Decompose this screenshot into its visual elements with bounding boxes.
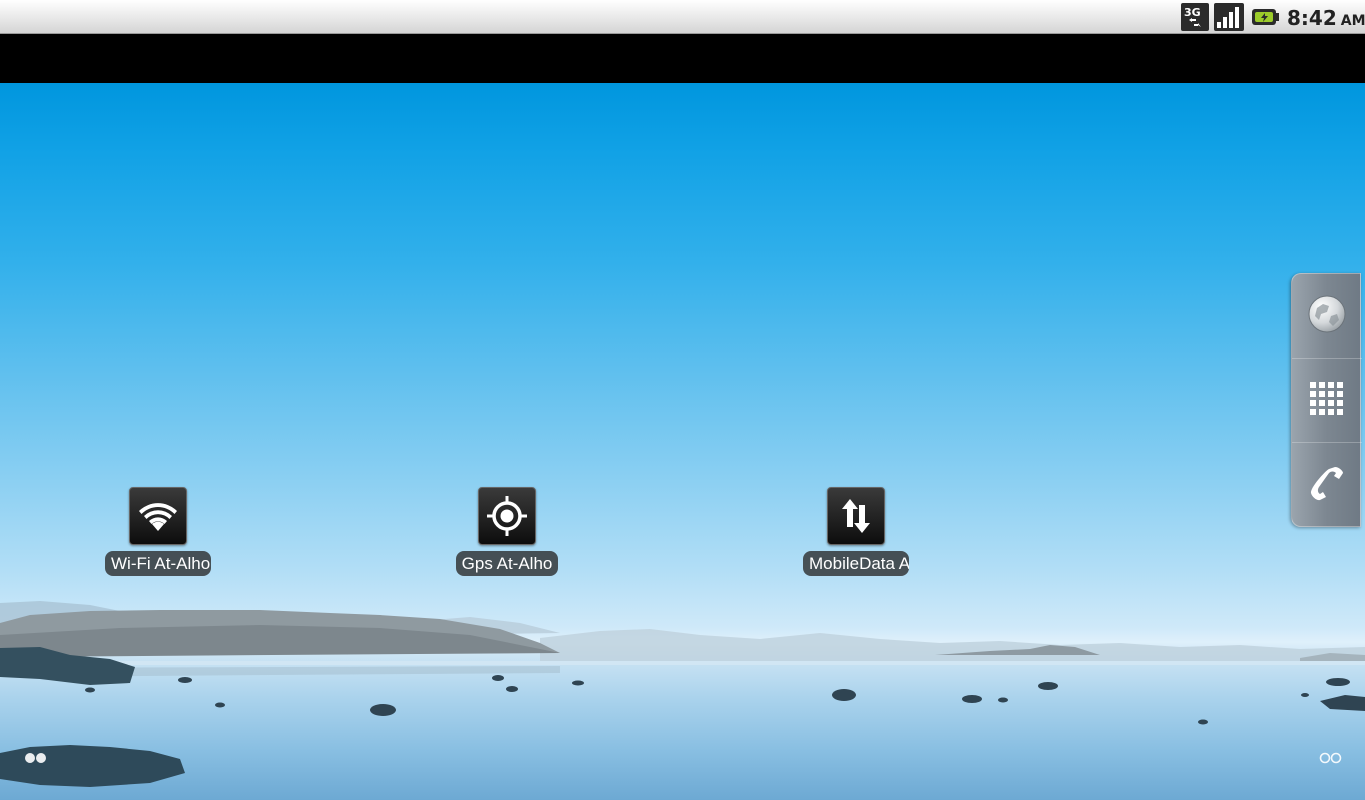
wifi-icon[interactable]	[129, 487, 187, 545]
mobile-data-icon[interactable]	[827, 487, 885, 545]
wallpaper	[0, 83, 1365, 800]
next-page-indicator[interactable]	[1319, 750, 1343, 764]
shortcut-gps-at-alho[interactable]: Gps At-Alho	[455, 487, 559, 576]
signal-strength-icon	[1214, 3, 1244, 31]
shortcut-label: MobileData A	[803, 551, 909, 576]
clock: 8:42 AM	[1287, 4, 1365, 32]
browser-globe-icon[interactable]	[1307, 294, 1347, 338]
clock-time: 8:42	[1287, 6, 1337, 30]
app-drawer-button[interactable]	[1292, 358, 1362, 443]
browser-button[interactable]	[1292, 274, 1362, 358]
previous-page-indicator[interactable]	[24, 750, 48, 764]
lake-landscape-image	[0, 601, 1365, 787]
shortcut-label: Wi-Fi At-Alho	[105, 551, 211, 576]
battery-icon	[1250, 3, 1280, 31]
clock-ampm: AM	[1340, 13, 1365, 29]
shortcut-wifi-at-alho[interactable]: Wi-Fi At-Alho	[103, 487, 213, 576]
phone-button[interactable]	[1292, 442, 1362, 527]
phone-icon[interactable]	[1307, 463, 1347, 507]
3g-data-icon: 3G	[1181, 3, 1209, 31]
status-bar: 3G 8:42 AM	[0, 0, 1365, 34]
network-type-text: 3G	[1184, 6, 1201, 19]
gps-icon[interactable]	[478, 487, 536, 545]
shortcut-mobile-data[interactable]: MobileData A	[799, 487, 913, 576]
android-home-screen: 3G 8:42 AM Wi-Fi At-Alho Gps At-Alho Mob…	[0, 0, 1365, 800]
top-black-band	[0, 34, 1365, 83]
launcher-dock	[1291, 273, 1362, 527]
app-drawer-grid-icon[interactable]	[1309, 381, 1345, 421]
shortcut-label: Gps At-Alho	[455, 551, 559, 576]
